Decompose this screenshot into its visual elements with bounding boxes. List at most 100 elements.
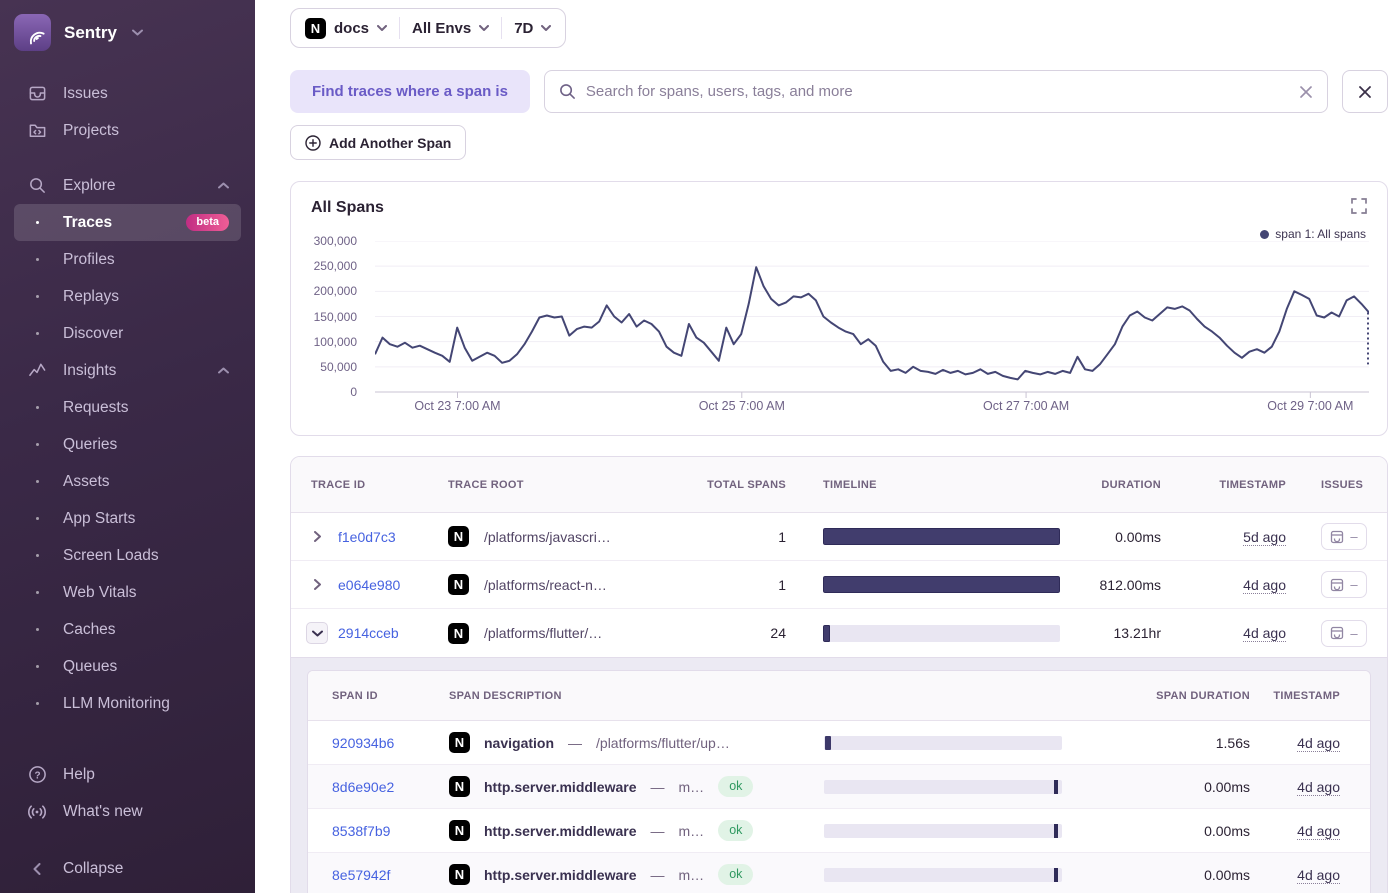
- span-table-header: SPAN ID SPAN DESCRIPTION SPAN DURATION T…: [308, 671, 1370, 721]
- sidebar-item-requests[interactable]: Requests: [14, 389, 241, 426]
- span-table: SPAN ID SPAN DESCRIPTION SPAN DURATION T…: [307, 670, 1371, 893]
- x-tick-label: Oct 25 7:00 AM: [699, 399, 785, 413]
- timeline-cell: [786, 528, 1081, 545]
- sidebar-item-queries[interactable]: Queries: [14, 426, 241, 463]
- timeline-bar: [823, 576, 1060, 593]
- sidebar-item-label: Queues: [63, 658, 117, 676]
- bullet-icon: [26, 406, 48, 409]
- project-selector[interactable]: N docs: [305, 18, 387, 39]
- sidebar-item-label: Requests: [63, 399, 128, 417]
- sidebar-group-explore[interactable]: Explore: [14, 167, 241, 204]
- sidebar-item-traces[interactable]: Traces beta: [14, 204, 241, 241]
- remove-span-filter-button[interactable]: [1342, 70, 1388, 113]
- timestamp[interactable]: 4d ago: [1243, 625, 1286, 641]
- find-traces-chip[interactable]: Find traces where a span is: [290, 70, 530, 113]
- timestamp[interactable]: 4d ago: [1297, 779, 1340, 795]
- sidebar-item-discover[interactable]: Discover: [14, 315, 241, 352]
- span-id-link[interactable]: 8d6e90e2: [332, 779, 394, 795]
- environment-selector[interactable]: All Envs: [412, 20, 489, 37]
- total-spans: 1: [666, 577, 786, 593]
- bullet-icon: [26, 554, 48, 557]
- span-row: 8538f7b9 N http.server.middleware — m… o…: [308, 809, 1370, 853]
- sidebar-item-caches[interactable]: Caches: [14, 611, 241, 648]
- span-duration: 0.00ms: [1062, 867, 1250, 883]
- all-spans-line-chart[interactable]: [375, 241, 1369, 401]
- sidebar-item-whats-new[interactable]: What's new: [14, 793, 241, 830]
- timestamp[interactable]: 5d ago: [1243, 529, 1286, 545]
- search-input[interactable]: [586, 83, 1289, 100]
- sidebar-item-app-starts[interactable]: App Starts: [14, 500, 241, 537]
- timeline-cell: [786, 576, 1081, 593]
- span-id-link[interactable]: 8e57942f: [332, 867, 390, 883]
- separator: —: [651, 779, 665, 795]
- sidebar-item-help[interactable]: ? Help: [14, 756, 241, 793]
- trace-id-link[interactable]: f1e0d7c3: [338, 529, 396, 545]
- column-header-trace-root: TRACE ROOT: [448, 479, 666, 491]
- sidebar: Sentry Issues Projects Explore Traces: [0, 0, 255, 893]
- timestamp[interactable]: 4d ago: [1243, 577, 1286, 593]
- help-icon: ?: [26, 765, 48, 784]
- y-tick-label: 300,000: [314, 234, 357, 248]
- span-search-row: Find traces where a span is: [290, 70, 1388, 113]
- sidebar-item-assets[interactable]: Assets: [14, 463, 241, 500]
- nextjs-icon: N: [305, 18, 326, 39]
- span-row: 8e57942f N http.server.middleware — m… o…: [308, 853, 1370, 893]
- issues-cell-button[interactable]: –: [1321, 523, 1367, 550]
- span-duration: 0.00ms: [1062, 823, 1250, 839]
- span-id-link[interactable]: 8538f7b9: [332, 823, 390, 839]
- environment-selector-value: All Envs: [412, 20, 471, 37]
- x-axis-labels: Oct 23 7:00 AMOct 25 7:00 AMOct 27 7:00 …: [375, 399, 1369, 415]
- column-header-timestamp: TIMESTAMP: [1161, 479, 1286, 491]
- sidebar-item-issues[interactable]: Issues: [14, 75, 241, 112]
- sidebar-item-projects[interactable]: Projects: [14, 112, 241, 149]
- status-badge: ok: [718, 776, 753, 797]
- span-id-link[interactable]: 920934b6: [332, 735, 394, 751]
- status-badge: ok: [718, 864, 753, 885]
- timestamp[interactable]: 4d ago: [1297, 867, 1340, 883]
- sidebar-item-web-vitals[interactable]: Web Vitals: [14, 574, 241, 611]
- issue-box-icon: [1330, 626, 1344, 640]
- org-switcher[interactable]: Sentry: [14, 14, 241, 51]
- collapse-row-button[interactable]: [306, 622, 328, 644]
- sidebar-item-screen-loads[interactable]: Screen Loads: [14, 537, 241, 574]
- issues-cell-button[interactable]: –: [1321, 620, 1367, 647]
- y-tick-label: 250,000: [314, 259, 357, 273]
- timestamp[interactable]: 4d ago: [1297, 735, 1340, 751]
- bullet-icon: [26, 517, 48, 520]
- trace-id-link[interactable]: 2914cceb: [338, 625, 399, 641]
- sidebar-item-label: Discover: [63, 325, 123, 343]
- total-spans: 1: [666, 529, 786, 545]
- fullscreen-icon[interactable]: [1351, 198, 1367, 219]
- bullet-icon: [26, 295, 48, 298]
- sidebar-item-queues[interactable]: Queues: [14, 648, 241, 685]
- clear-search-icon[interactable]: [1299, 85, 1313, 99]
- chevron-down-icon: [132, 29, 143, 36]
- sidebar-item-replays[interactable]: Replays: [14, 278, 241, 315]
- nextjs-icon: N: [449, 732, 470, 753]
- svg-text:?: ?: [34, 770, 40, 781]
- bullet-icon: [26, 628, 48, 631]
- issues-count: –: [1350, 577, 1357, 592]
- bullet-icon: [26, 443, 48, 446]
- sidebar-nav: Issues Projects Explore Traces beta Prof…: [0, 75, 255, 887]
- span-description: m…: [679, 823, 705, 839]
- table-row-expanded: 2914cceb N /platforms/flutter/… 24 13.21…: [291, 609, 1387, 657]
- expand-row-button[interactable]: [306, 574, 328, 596]
- timeline-cell: [786, 625, 1081, 642]
- add-another-span-button[interactable]: Add Another Span: [290, 125, 466, 160]
- duration: 0.00ms: [1081, 529, 1161, 545]
- sidebar-group-insights[interactable]: Insights: [14, 352, 241, 389]
- column-header-span-duration: SPAN DURATION: [1062, 690, 1250, 702]
- chart-legend[interactable]: span 1: All spans: [1260, 227, 1366, 241]
- timestamp[interactable]: 4d ago: [1297, 823, 1340, 839]
- span-timeline-marker: [825, 736, 831, 750]
- expand-row-button[interactable]: [306, 526, 328, 548]
- sidebar-collapse-button[interactable]: Collapse: [14, 850, 241, 887]
- issues-cell-button[interactable]: –: [1321, 571, 1367, 598]
- sidebar-item-llm-monitoring[interactable]: LLM Monitoring: [14, 685, 241, 722]
- column-header-timeline: TIMELINE: [786, 479, 1081, 491]
- sidebar-item-profiles[interactable]: Profiles: [14, 241, 241, 278]
- date-range-selector[interactable]: 7D: [514, 20, 551, 37]
- bullet-icon: [26, 665, 48, 668]
- trace-id-link[interactable]: e064e980: [338, 577, 400, 593]
